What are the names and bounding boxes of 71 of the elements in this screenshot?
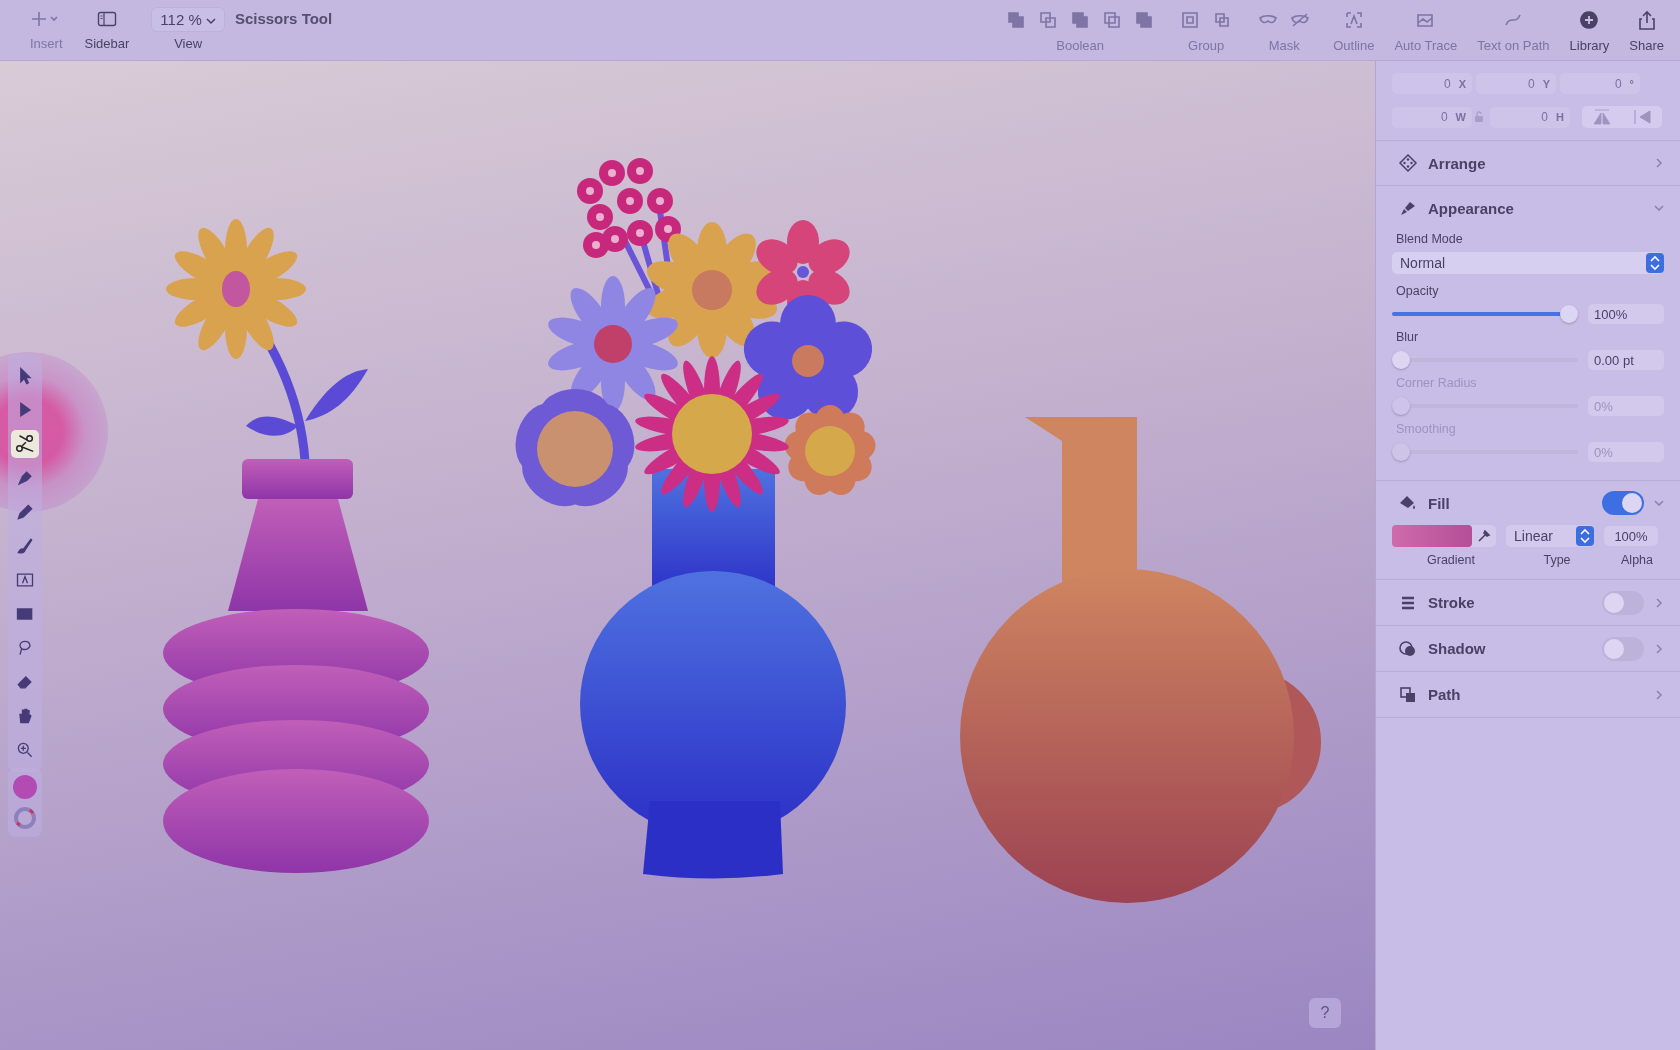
flip-horizontal-icon xyxy=(1591,109,1613,125)
pencil-icon xyxy=(15,502,35,522)
slider-thumb[interactable] xyxy=(1560,305,1578,323)
plus-circle-icon xyxy=(1578,9,1601,31)
sidebar-icon xyxy=(96,9,117,28)
toolbar-label: Mask xyxy=(1268,38,1300,53)
toolbar-label: View xyxy=(174,35,203,51)
field-label: Opacity xyxy=(1395,284,1440,298)
section-header[interactable]: Shadow xyxy=(1376,626,1680,672)
number-field[interactable]: 0 X xyxy=(1392,73,1472,94)
field-label: Blend Mode xyxy=(1395,232,1464,246)
toggle-switch[interactable] xyxy=(1602,590,1644,615)
value-field[interactable]: 100% xyxy=(1588,304,1664,324)
toolbar-label: Text on Path xyxy=(1477,38,1550,53)
slider-thumb[interactable] xyxy=(1392,351,1410,369)
shadow-icon xyxy=(1398,638,1418,659)
alpha-field[interactable]: 100% xyxy=(1604,526,1658,546)
chevron-icon xyxy=(1653,498,1665,508)
stroke-color-swatch[interactable] xyxy=(13,806,37,830)
lock-icon[interactable] xyxy=(1474,111,1484,123)
toggle-switch[interactable] xyxy=(1602,636,1644,661)
number-field[interactable]: 0 Y xyxy=(1476,73,1556,94)
chevron-icon xyxy=(1654,157,1664,169)
value-field[interactable]: 0.00 pt xyxy=(1588,350,1664,370)
number-field[interactable]: 0 ° xyxy=(1560,73,1640,94)
help-button[interactable]: ? xyxy=(1309,998,1341,1028)
chevron-icon xyxy=(1654,596,1664,609)
toggle-switch[interactable] xyxy=(1602,491,1644,515)
section-header[interactable]: Fill xyxy=(1376,481,1680,525)
zoom-dropdown[interactable]: 112 % xyxy=(151,6,225,32)
field-label: Blur xyxy=(1395,330,1420,344)
slider[interactable] xyxy=(1392,305,1578,323)
toolbar-button[interactable]: Sidebar xyxy=(84,9,130,51)
toolbar-label: Outline xyxy=(1333,38,1375,53)
stepper-icon xyxy=(1646,253,1664,273)
scissors-tool[interactable] xyxy=(11,430,39,458)
section-header[interactable]: Path xyxy=(1376,672,1680,718)
toolbar-label: Share xyxy=(1629,38,1664,53)
field-caption: Type xyxy=(1542,553,1572,567)
number-field[interactable]: 0 H xyxy=(1490,106,1570,128)
stepper-icon xyxy=(1576,526,1594,546)
brush-icon xyxy=(15,536,35,556)
tool-title: Scissors Tool xyxy=(234,9,333,27)
flip-vertical-icon xyxy=(1631,109,1653,125)
field-caption: Gradient xyxy=(1426,553,1476,567)
slider[interactable] xyxy=(1392,397,1578,415)
eyedropper-icon[interactable] xyxy=(1476,528,1492,544)
toolbar-label: Boolean xyxy=(1056,38,1105,53)
section-header[interactable]: Arrange xyxy=(1376,141,1680,186)
number-field[interactable]: 0 W xyxy=(1392,106,1472,128)
section-header[interactable]: Stroke xyxy=(1376,580,1680,626)
toolbar-label: Auto Trace xyxy=(1394,38,1458,53)
slider[interactable] xyxy=(1392,443,1578,461)
slider[interactable] xyxy=(1392,351,1578,369)
scissors-icon xyxy=(14,433,36,455)
zoom-icon xyxy=(15,740,35,760)
chevron-icon xyxy=(1654,642,1664,655)
chevron-icon xyxy=(1653,203,1665,213)
blend-mode-dropdown[interactable]: Normal xyxy=(1392,252,1664,274)
field-caption: Alpha xyxy=(1620,553,1654,567)
arrange-icon xyxy=(1398,153,1418,173)
toolbar-label: Library xyxy=(1569,38,1610,53)
path-icon xyxy=(1398,684,1418,705)
fill-color-swatch[interactable] xyxy=(13,775,37,799)
pen-icon xyxy=(15,468,35,488)
section-header[interactable]: Appearance xyxy=(1376,186,1680,230)
chevron-icon xyxy=(1654,688,1664,701)
toolbar-label: Group xyxy=(1188,38,1225,53)
gradient-swatch[interactable] xyxy=(1392,525,1472,547)
type-dropdown[interactable]: Linear xyxy=(1506,525,1594,547)
chevron-down-icon xyxy=(205,16,216,25)
